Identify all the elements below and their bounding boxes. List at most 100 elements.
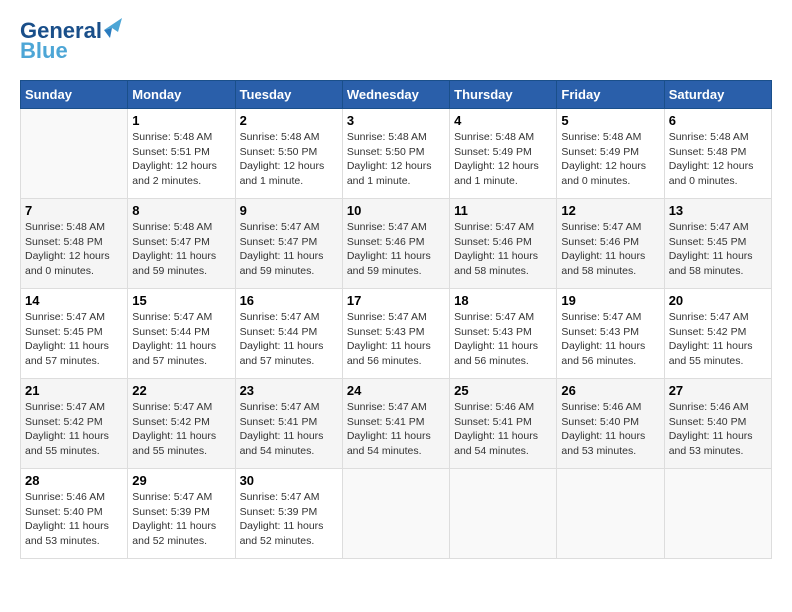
calendar-cell: 10Sunrise: 5:47 AMSunset: 5:46 PMDayligh… bbox=[342, 199, 449, 289]
day-number: 15 bbox=[132, 293, 230, 308]
calendar-cell: 27 Sunrise: 5:46 AMSunset: 5:40 PMDayligh… bbox=[664, 379, 771, 469]
calendar-cell: 6Sunrise: 5:48 AMSunset: 5:48 PMDaylight… bbox=[664, 109, 771, 199]
day-number: 8 bbox=[132, 203, 230, 218]
logo: General Blue bbox=[20, 20, 122, 64]
week-row-5: 28 Sunrise: 5:46 AMSunset: 5:40 PMDayligh… bbox=[21, 469, 772, 559]
day-info: Sunrise: 5:47 AMSunset: 5:39 PMDaylight:… bbox=[132, 490, 230, 549]
day-info: Sunrise: 5:47 AMSunset: 5:46 PMDaylight:… bbox=[561, 220, 659, 279]
week-row-1: 1 Sunrise: 5:48 AMSunset: 5:51 PMDaylight… bbox=[21, 109, 772, 199]
day-number: 27 bbox=[669, 383, 767, 398]
calendar-cell: 30 Sunrise: 5:47 AMSunset: 5:39 PMDayligh… bbox=[235, 469, 342, 559]
day-info: Sunrise: 5:48 AMSunset: 5:49 PMDaylight:… bbox=[561, 130, 659, 189]
calendar-cell: 21 Sunrise: 5:47 AMSunset: 5:42 PMDayligh… bbox=[21, 379, 128, 469]
calendar-cell: 22 Sunrise: 5:47 AMSunset: 5:42 PMDayligh… bbox=[128, 379, 235, 469]
day-number: 26 bbox=[561, 383, 659, 398]
day-number: 14 bbox=[25, 293, 123, 308]
week-row-4: 21 Sunrise: 5:47 AMSunset: 5:42 PMDayligh… bbox=[21, 379, 772, 469]
calendar-cell: 2 Sunrise: 5:48 AMSunset: 5:50 PMDaylight… bbox=[235, 109, 342, 199]
weekday-header-friday: Friday bbox=[557, 81, 664, 109]
day-info: Sunrise: 5:48 AMSunset: 5:47 PMDaylight:… bbox=[132, 220, 230, 279]
day-number: 17 bbox=[347, 293, 445, 308]
day-number: 11 bbox=[454, 203, 552, 218]
calendar-cell: 18Sunrise: 5:47 AMSunset: 5:43 PMDayligh… bbox=[450, 289, 557, 379]
weekday-header-sunday: Sunday bbox=[21, 81, 128, 109]
day-number: 13 bbox=[669, 203, 767, 218]
page-header: General Blue bbox=[20, 20, 772, 64]
day-number: 20 bbox=[669, 293, 767, 308]
day-number: 5 bbox=[561, 113, 659, 128]
day-info: Sunrise: 5:47 AMSunset: 5:44 PMDaylight:… bbox=[132, 310, 230, 369]
calendar-cell bbox=[557, 469, 664, 559]
calendar-cell: 19 Sunrise: 5:47 AMSunset: 5:43 PMDayligh… bbox=[557, 289, 664, 379]
calendar-cell: 26 Sunrise: 5:46 AMSunset: 5:40 PMDayligh… bbox=[557, 379, 664, 469]
weekday-header-row: SundayMondayTuesdayWednesdayThursdayFrid… bbox=[21, 81, 772, 109]
calendar-cell: 12 Sunrise: 5:47 AMSunset: 5:46 PMDayligh… bbox=[557, 199, 664, 289]
calendar-cell: 29 Sunrise: 5:47 AMSunset: 5:39 PMDayligh… bbox=[128, 469, 235, 559]
day-number: 10 bbox=[347, 203, 445, 218]
day-number: 24 bbox=[347, 383, 445, 398]
day-info: Sunrise: 5:47 AMSunset: 5:42 PMDaylight:… bbox=[669, 310, 767, 369]
day-number: 22 bbox=[132, 383, 230, 398]
day-number: 1 bbox=[132, 113, 230, 128]
calendar-cell: 9Sunrise: 5:47 AMSunset: 5:47 PMDaylight… bbox=[235, 199, 342, 289]
day-info: Sunrise: 5:47 AMSunset: 5:43 PMDaylight:… bbox=[561, 310, 659, 369]
day-number: 2 bbox=[240, 113, 338, 128]
calendar-cell: 13 Sunrise: 5:47 AMSunset: 5:45 PMDayligh… bbox=[664, 199, 771, 289]
day-info: Sunrise: 5:47 AMSunset: 5:42 PMDaylight:… bbox=[25, 400, 123, 459]
calendar-cell: 16 Sunrise: 5:47 AMSunset: 5:44 PMDayligh… bbox=[235, 289, 342, 379]
calendar-cell: 25 Sunrise: 5:46 AMSunset: 5:41 PMDayligh… bbox=[450, 379, 557, 469]
day-info: Sunrise: 5:48 AMSunset: 5:50 PMDaylight:… bbox=[240, 130, 338, 189]
day-info: Sunrise: 5:47 AMSunset: 5:39 PMDaylight:… bbox=[240, 490, 338, 549]
day-number: 12 bbox=[561, 203, 659, 218]
calendar-cell: 23 Sunrise: 5:47 AMSunset: 5:41 PMDayligh… bbox=[235, 379, 342, 469]
day-info: Sunrise: 5:47 AMSunset: 5:43 PMDaylight:… bbox=[347, 310, 445, 369]
calendar-table: SundayMondayTuesdayWednesdayThursdayFrid… bbox=[20, 80, 772, 559]
day-info: Sunrise: 5:46 AMSunset: 5:40 PMDaylight:… bbox=[561, 400, 659, 459]
calendar-cell: 7 Sunrise: 5:48 AMSunset: 5:48 PMDaylight… bbox=[21, 199, 128, 289]
calendar-cell bbox=[664, 469, 771, 559]
calendar-cell: 8 Sunrise: 5:48 AMSunset: 5:47 PMDaylight… bbox=[128, 199, 235, 289]
day-number: 29 bbox=[132, 473, 230, 488]
day-number: 19 bbox=[561, 293, 659, 308]
weekday-header-thursday: Thursday bbox=[450, 81, 557, 109]
day-info: Sunrise: 5:48 AMSunset: 5:51 PMDaylight:… bbox=[132, 130, 230, 189]
day-number: 25 bbox=[454, 383, 552, 398]
calendar-cell: 20 Sunrise: 5:47 AMSunset: 5:42 PMDayligh… bbox=[664, 289, 771, 379]
calendar-cell: 1 Sunrise: 5:48 AMSunset: 5:51 PMDaylight… bbox=[128, 109, 235, 199]
day-info: Sunrise: 5:48 AMSunset: 5:49 PMDaylight:… bbox=[454, 130, 552, 189]
calendar-cell: 28 Sunrise: 5:46 AMSunset: 5:40 PMDayligh… bbox=[21, 469, 128, 559]
day-info: Sunrise: 5:47 AMSunset: 5:41 PMDaylight:… bbox=[347, 400, 445, 459]
day-info: Sunrise: 5:48 AMSunset: 5:48 PMDaylight:… bbox=[669, 130, 767, 189]
day-info: Sunrise: 5:48 AMSunset: 5:50 PMDaylight:… bbox=[347, 130, 445, 189]
calendar-cell bbox=[342, 469, 449, 559]
day-info: Sunrise: 5:47 AMSunset: 5:44 PMDaylight:… bbox=[240, 310, 338, 369]
day-info: Sunrise: 5:47 AMSunset: 5:45 PMDaylight:… bbox=[669, 220, 767, 279]
week-row-3: 14 Sunrise: 5:47 AMSunset: 5:45 PMDayligh… bbox=[21, 289, 772, 379]
calendar-cell bbox=[21, 109, 128, 199]
day-info: Sunrise: 5:46 AMSunset: 5:40 PMDaylight:… bbox=[669, 400, 767, 459]
day-number: 3 bbox=[347, 113, 445, 128]
day-info: Sunrise: 5:46 AMSunset: 5:41 PMDaylight:… bbox=[454, 400, 552, 459]
calendar-cell: 17 Sunrise: 5:47 AMSunset: 5:43 PMDayligh… bbox=[342, 289, 449, 379]
calendar-cell: 14 Sunrise: 5:47 AMSunset: 5:45 PMDayligh… bbox=[21, 289, 128, 379]
day-number: 28 bbox=[25, 473, 123, 488]
calendar-cell: 4 Sunrise: 5:48 AMSunset: 5:49 PMDaylight… bbox=[450, 109, 557, 199]
week-row-2: 7 Sunrise: 5:48 AMSunset: 5:48 PMDaylight… bbox=[21, 199, 772, 289]
day-info: Sunrise: 5:47 AMSunset: 5:41 PMDaylight:… bbox=[240, 400, 338, 459]
day-number: 21 bbox=[25, 383, 123, 398]
day-info: Sunrise: 5:47 AMSunset: 5:46 PMDaylight:… bbox=[454, 220, 552, 279]
day-info: Sunrise: 5:47 AMSunset: 5:45 PMDaylight:… bbox=[25, 310, 123, 369]
day-info: Sunrise: 5:48 AMSunset: 5:48 PMDaylight:… bbox=[25, 220, 123, 279]
day-number: 7 bbox=[25, 203, 123, 218]
weekday-header-wednesday: Wednesday bbox=[342, 81, 449, 109]
day-info: Sunrise: 5:46 AMSunset: 5:40 PMDaylight:… bbox=[25, 490, 123, 549]
calendar-cell: 15 Sunrise: 5:47 AMSunset: 5:44 PMDayligh… bbox=[128, 289, 235, 379]
day-info: Sunrise: 5:47 AMSunset: 5:42 PMDaylight:… bbox=[132, 400, 230, 459]
day-number: 23 bbox=[240, 383, 338, 398]
day-number: 4 bbox=[454, 113, 552, 128]
day-number: 16 bbox=[240, 293, 338, 308]
day-info: Sunrise: 5:47 AMSunset: 5:43 PMDaylight:… bbox=[454, 310, 552, 369]
day-number: 30 bbox=[240, 473, 338, 488]
weekday-header-tuesday: Tuesday bbox=[235, 81, 342, 109]
logo-bird-icon bbox=[104, 18, 122, 40]
